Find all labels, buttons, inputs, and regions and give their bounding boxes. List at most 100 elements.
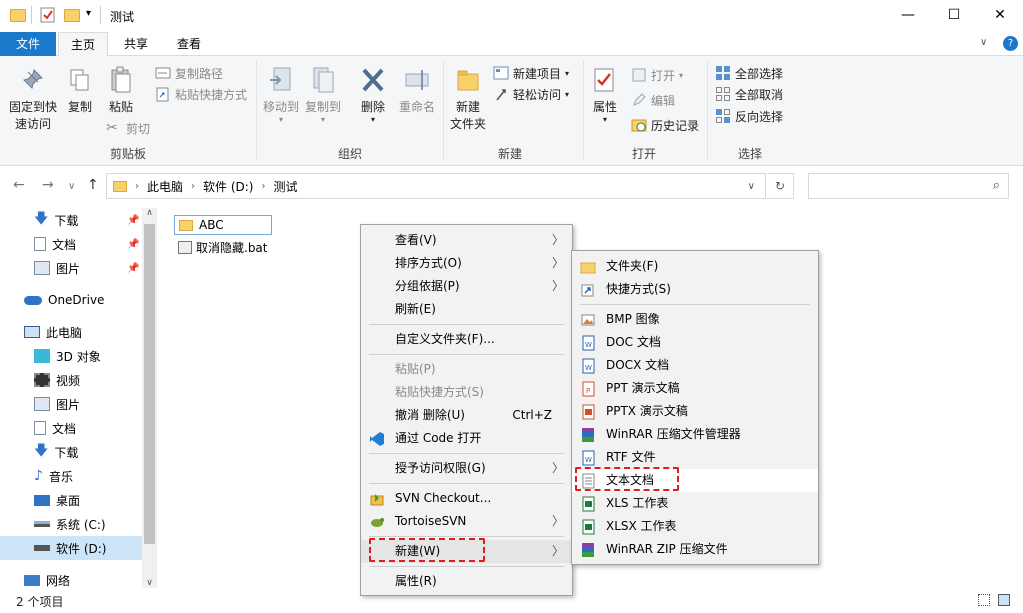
chevron-down-icon: ▾: [565, 68, 570, 78]
copy-button[interactable]: 复制: [64, 68, 96, 116]
copy-to-button[interactable]: 复制到 ▾: [302, 66, 344, 124]
docx-icon: W: [580, 358, 596, 374]
scrollbar-thumb[interactable]: [144, 224, 155, 544]
sidebar-item-drive-c[interactable]: 系统 (C:): [34, 512, 142, 536]
menu-item-sort-by[interactable]: 排序方式(O) 〉: [361, 252, 572, 275]
properties-button[interactable]: 属性 ▾: [588, 66, 622, 124]
tab-share[interactable]: 共享: [112, 32, 160, 56]
menu-item-open-with-code[interactable]: 通过 Code 打开: [361, 427, 572, 450]
submenu-item-rtf[interactable]: W RTF 文件: [572, 446, 818, 469]
easy-access-button[interactable]: 轻松访问 ▾: [493, 84, 569, 104]
menu-item-undo-delete[interactable]: 撤消 删除(U) Ctrl+Z: [361, 404, 572, 427]
paste-button[interactable]: 粘贴: [104, 66, 138, 116]
select-all-button[interactable]: 全部选择: [715, 63, 783, 83]
tab-file[interactable]: 文件: [0, 32, 56, 56]
sidebar-item-3d-objects[interactable]: 3D 对象: [34, 344, 142, 368]
address-dropdown-icon[interactable]: ∨: [748, 181, 755, 192]
sidebar-item-music[interactable]: ♪ 音乐: [34, 464, 142, 488]
history-button[interactable]: 历史记录: [631, 115, 699, 135]
sidebar-item-onedrive[interactable]: OneDrive: [24, 288, 142, 312]
details-view-icon[interactable]: [978, 594, 990, 606]
sidebar-item-desktop[interactable]: 桌面: [34, 488, 142, 512]
sidebar-item-documents-pinned[interactable]: 文档 📌: [34, 232, 142, 256]
address-input[interactable]: › 此电脑 › 软件 (D:) › 测试 ∨: [106, 173, 766, 199]
sidebar-item-this-pc[interactable]: 此电脑: [24, 320, 142, 344]
maximize-button[interactable]: ☐: [931, 0, 977, 30]
sidebar-item-documents[interactable]: 文档: [34, 416, 142, 440]
sidebar-item-pictures-pinned[interactable]: 图片 📌: [34, 256, 142, 280]
breadcrumb-drive-d[interactable]: 软件 (D:): [203, 178, 253, 195]
submenu-item-ppt[interactable]: P PPT 演示文稿: [572, 377, 818, 400]
tab-view[interactable]: 查看: [165, 32, 213, 56]
pin-to-quick-access-button[interactable]: 固定到快 速访问: [5, 68, 61, 133]
breadcrumb-test[interactable]: 测试: [273, 178, 297, 195]
large-icons-view-icon[interactable]: [998, 594, 1010, 606]
breadcrumb-this-pc[interactable]: 此电脑: [147, 178, 183, 195]
edit-button[interactable]: 编辑: [631, 90, 675, 110]
file-item-abc[interactable]: ABC: [174, 215, 272, 235]
organize-group-label: 组织: [337, 147, 362, 161]
cut-button[interactable]: ✂ 剪切: [106, 118, 150, 138]
menu-item-customize-folder[interactable]: 自定义文件夹(F)...: [361, 328, 572, 351]
submenu-item-folder[interactable]: 文件夹(F): [572, 255, 818, 278]
new-item-button[interactable]: 新建项目 ▾: [493, 63, 569, 83]
submenu-item-bmp[interactable]: BMP 图像: [572, 308, 818, 331]
quick-access-dropdown-icon[interactable]: ▾: [86, 8, 91, 19]
submenu-item-docx[interactable]: W DOCX 文档: [572, 354, 818, 377]
submenu-item-shortcut[interactable]: 快捷方式(S): [572, 278, 818, 301]
menu-item-label: PPT 演示文稿: [606, 381, 680, 395]
invert-selection-button[interactable]: 反向选择: [715, 106, 783, 126]
close-button[interactable]: ✕: [977, 0, 1023, 30]
menu-item-paste-shortcut[interactable]: 粘贴快捷方式(S): [361, 381, 572, 404]
ribbon: 固定到快 速访问 复制 粘贴 复制路径 粘贴快捷方式 ✂ 剪切 剪贴板 移动到 …: [0, 56, 1023, 166]
history-icon: [631, 117, 647, 133]
sidebar-item-downloads-pinned[interactable]: 🡇 下载 📌: [34, 208, 142, 232]
sidebar-item-videos[interactable]: 视频: [34, 368, 142, 392]
menu-item-properties[interactable]: 属性(R): [361, 570, 572, 593]
sidebar-item-drive-d[interactable]: 软件 (D:): [0, 536, 142, 560]
file-item-bat[interactable]: 取消隐藏.bat: [178, 237, 268, 257]
menu-item-group-by[interactable]: 分组依据(P) 〉: [361, 275, 572, 298]
select-none-button[interactable]: 全部取消: [715, 84, 783, 104]
collapse-ribbon-icon[interactable]: ∨: [980, 37, 987, 48]
submenu-item-winrar[interactable]: WinRAR 压缩文件管理器: [572, 423, 818, 446]
help-icon[interactable]: ?: [1003, 36, 1018, 51]
submenu-item-xlsx[interactable]: XLSX 工作表: [572, 515, 818, 538]
minimize-button[interactable]: —: [885, 0, 931, 30]
tab-home[interactable]: 主页: [58, 32, 109, 57]
new-submenu: 文件夹(F) 快捷方式(S) BMP 图像 W DOC 文档 W DOCX 文档…: [571, 250, 819, 565]
refresh-icon[interactable]: ↻: [767, 173, 794, 199]
recent-locations-chevron-icon[interactable]: ∨: [68, 181, 75, 192]
menu-item-svn-checkout[interactable]: SVN Checkout...: [361, 487, 572, 510]
sidebar-item-downloads[interactable]: 🡇 下载: [34, 440, 142, 464]
menu-item-tortoisesvn[interactable]: TortoiseSVN 〉: [361, 510, 572, 533]
move-to-button[interactable]: 移动到 ▾: [260, 66, 302, 124]
submenu-item-winrar-zip[interactable]: WinRAR ZIP 压缩文件: [572, 538, 818, 561]
new-folder-button[interactable]: 新建 文件夹: [447, 66, 489, 133]
search-input[interactable]: ⌕: [808, 173, 1009, 199]
submenu-item-xls[interactable]: XLS 工作表: [572, 492, 818, 515]
menu-item-grant-access[interactable]: 授予访问权限(G) 〉: [361, 457, 572, 480]
new-folder-quick-icon[interactable]: [64, 6, 80, 24]
menu-item-paste[interactable]: 粘贴(P): [361, 358, 572, 381]
sidebar-item-network[interactable]: 网络: [24, 568, 142, 592]
up-arrow-icon[interactable]: ↑: [87, 177, 99, 193]
open-button[interactable]: 打开 ▾: [631, 65, 683, 85]
delete-button[interactable]: 删除 ▾: [355, 66, 391, 124]
scroll-up-icon[interactable]: ∧: [142, 208, 157, 218]
paste-shortcut-button[interactable]: 粘贴快捷方式: [155, 84, 247, 104]
submenu-item-doc[interactable]: W DOC 文档: [572, 331, 818, 354]
file-name[interactable]: ABC: [199, 218, 224, 232]
menu-item-view[interactable]: 查看(V) 〉: [361, 229, 572, 252]
rename-button[interactable]: 重命名: [396, 66, 438, 116]
properties-quick-icon[interactable]: [40, 6, 56, 24]
sidebar-item-pictures[interactable]: 图片: [34, 392, 142, 416]
copy-path-button[interactable]: 复制路径: [155, 63, 223, 83]
forward-arrow-icon[interactable]: →: [42, 177, 54, 193]
submenu-item-pptx[interactable]: PPTX 演示文稿: [572, 400, 818, 423]
winrar-zip-icon: [580, 542, 596, 558]
sidebar-scrollbar[interactable]: ∧ ∨: [142, 208, 157, 588]
back-arrow-icon[interactable]: ←: [13, 177, 25, 193]
scroll-down-icon[interactable]: ∨: [142, 578, 157, 588]
menu-item-refresh[interactable]: 刷新(E): [361, 298, 572, 321]
